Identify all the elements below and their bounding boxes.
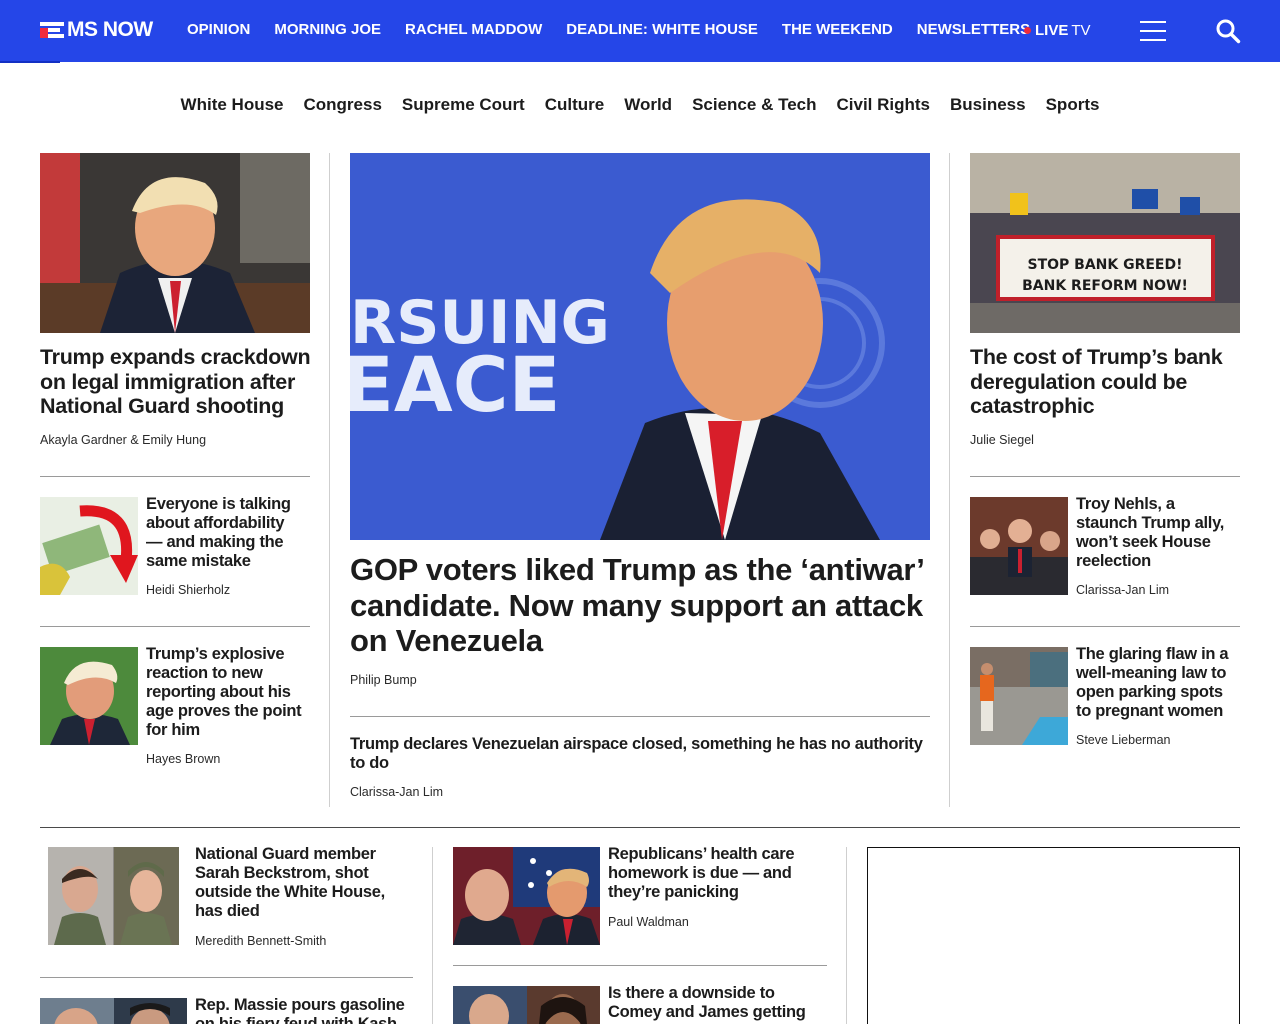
hamburger-icon[interactable]: [1140, 19, 1166, 43]
story-image-trump-immigration[interactable]: [40, 153, 310, 333]
nav-the-weekend[interactable]: THE WEEKEND: [782, 21, 893, 38]
nav-morning-joe[interactable]: MORNING JOE: [274, 21, 381, 38]
nav-opinion[interactable]: OPINION: [187, 21, 250, 38]
story-headline[interactable]: Troy Nehls, a staunch Trump ally, won’t …: [1076, 495, 1236, 571]
story-thumb-affordability[interactable]: [40, 497, 138, 595]
hero-story-image[interactable]: RSUING EACE: [350, 153, 930, 540]
top-nav-bar: MS NOW OPINION MORNING JOE RACHEL MADDOW…: [0, 0, 1280, 62]
divider: [350, 716, 930, 717]
divider: [40, 476, 310, 477]
story-headline[interactable]: Is there a downside to Comey and James g…: [608, 984, 823, 1022]
hero-headline[interactable]: GOP voters liked Trump as the ‘antiwar’ …: [350, 552, 936, 659]
story-headline[interactable]: The cost of Trump’s bank deregulation co…: [970, 345, 1242, 419]
hero-byline[interactable]: Philip Bump: [350, 673, 417, 687]
story-byline[interactable]: Clarissa-Jan Lim: [1076, 583, 1169, 597]
section-science-tech[interactable]: Science & Tech: [692, 95, 816, 115]
story-thumb-troy-nehls[interactable]: [970, 497, 1068, 595]
story-byline[interactable]: Akayla Gardner & Emily Hung: [40, 433, 206, 447]
primary-nav: OPINION MORNING JOE RACHEL MADDOW DEADLI…: [187, 21, 1030, 38]
story-byline[interactable]: Paul Waldman: [608, 915, 689, 929]
story-thumb-massie[interactable]: [40, 998, 187, 1024]
column-divider: [329, 153, 330, 807]
advertisement-slot[interactable]: [867, 847, 1240, 1024]
section-nav: White House Congress Supreme Court Cultu…: [0, 95, 1280, 115]
ms-now-logo[interactable]: MS NOW: [40, 18, 153, 42]
live-label: LIVE: [1035, 22, 1069, 39]
divider: [970, 626, 1240, 627]
live-tv-label: TV: [1071, 22, 1091, 39]
story-byline[interactable]: Meredith Bennett-Smith: [195, 934, 326, 948]
section-congress[interactable]: Congress: [304, 95, 382, 115]
section-divider: [40, 827, 1240, 828]
section-civil-rights[interactable]: Civil Rights: [836, 95, 930, 115]
section-business[interactable]: Business: [950, 95, 1026, 115]
nav-active-indicator: [0, 61, 60, 63]
secondary-headline[interactable]: Trump declares Venezuelan airspace close…: [350, 735, 936, 773]
story-headline[interactable]: Republicans’ health care homework is due…: [608, 845, 823, 902]
story-byline[interactable]: Julie Siegel: [970, 433, 1034, 447]
divider: [40, 626, 310, 627]
section-supreme-court[interactable]: Supreme Court: [402, 95, 525, 115]
story-headline[interactable]: Everyone is talking about affordability …: [146, 495, 304, 571]
secondary-byline[interactable]: Clarissa-Jan Lim: [350, 785, 443, 799]
nav-newsletters[interactable]: NEWSLETTERS: [917, 21, 1030, 38]
story-thumb-national-guard[interactable]: [48, 847, 179, 945]
story-thumb-comey-james[interactable]: [453, 986, 600, 1024]
story-image-bank-protest[interactable]: STOP BANK GREED! BANK REFORM NOW!: [970, 153, 1240, 333]
logo-text: MS NOW: [67, 18, 153, 41]
divider: [40, 977, 413, 978]
story-byline[interactable]: Hayes Brown: [146, 752, 220, 766]
story-thumb-health-care[interactable]: [453, 847, 600, 945]
logo-mark-icon: [40, 20, 64, 40]
story-thumb-trump-age[interactable]: [40, 647, 138, 745]
story-thumb-parking[interactable]: [970, 647, 1068, 745]
section-white-house[interactable]: White House: [181, 95, 284, 115]
story-byline[interactable]: Heidi Shierholz: [146, 583, 230, 597]
banner-text-line1: STOP BANK GREED!: [1027, 257, 1182, 273]
story-headline[interactable]: Rep. Massie pours gasoline on his fiery …: [195, 996, 413, 1024]
story-headline[interactable]: Trump’s explosive reaction to new report…: [146, 645, 308, 740]
nav-deadline-white-house[interactable]: DEADLINE: WHITE HOUSE: [566, 21, 758, 38]
divider: [970, 476, 1240, 477]
nav-rachel-maddow[interactable]: RACHEL MADDOW: [405, 21, 542, 38]
column-divider: [432, 847, 433, 1024]
story-byline[interactable]: Steve Lieberman: [1076, 733, 1171, 747]
section-culture[interactable]: Culture: [545, 95, 605, 115]
column-divider: [846, 847, 847, 1024]
section-sports[interactable]: Sports: [1046, 95, 1100, 115]
hero-image-text-line2: EACE: [350, 340, 560, 429]
story-headline[interactable]: National Guard member Sarah Beckstrom, s…: [195, 845, 407, 921]
live-tv-link[interactable]: LIVE TV: [1024, 22, 1091, 39]
story-headline[interactable]: The glaring flaw in a well-meaning law t…: [1076, 645, 1238, 721]
search-icon[interactable]: [1215, 18, 1241, 44]
banner-text-line2: BANK REFORM NOW!: [1022, 278, 1188, 294]
section-world[interactable]: World: [624, 95, 672, 115]
divider: [453, 965, 827, 966]
story-headline[interactable]: Trump expands crackdown on legal immigra…: [40, 345, 312, 419]
column-divider: [949, 153, 950, 807]
live-dot-icon: [1024, 27, 1031, 34]
